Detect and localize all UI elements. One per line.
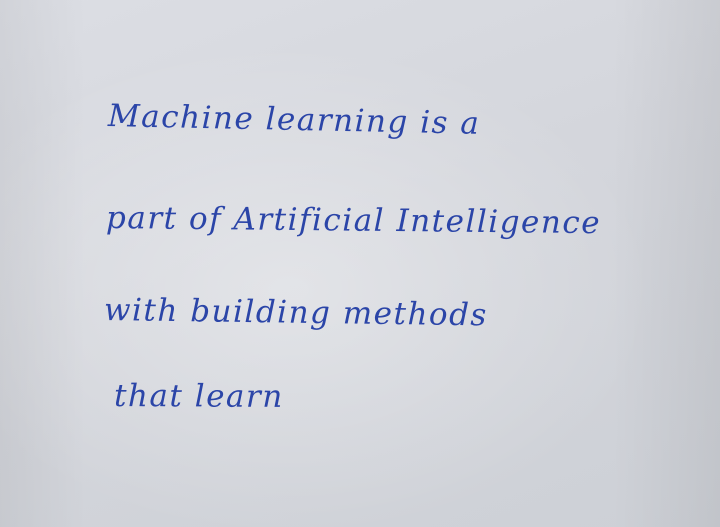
handwritten-line-1: Machine learning is a — [107, 98, 481, 142]
paper-shading — [0, 0, 720, 527]
paper-page: Machine learning is a part of Artificial… — [0, 0, 720, 527]
handwritten-line-3: with building methods — [103, 292, 489, 334]
handwritten-line-2: part of Artificial Intelligence — [105, 200, 602, 242]
handwritten-line-4: that learn — [113, 378, 284, 415]
